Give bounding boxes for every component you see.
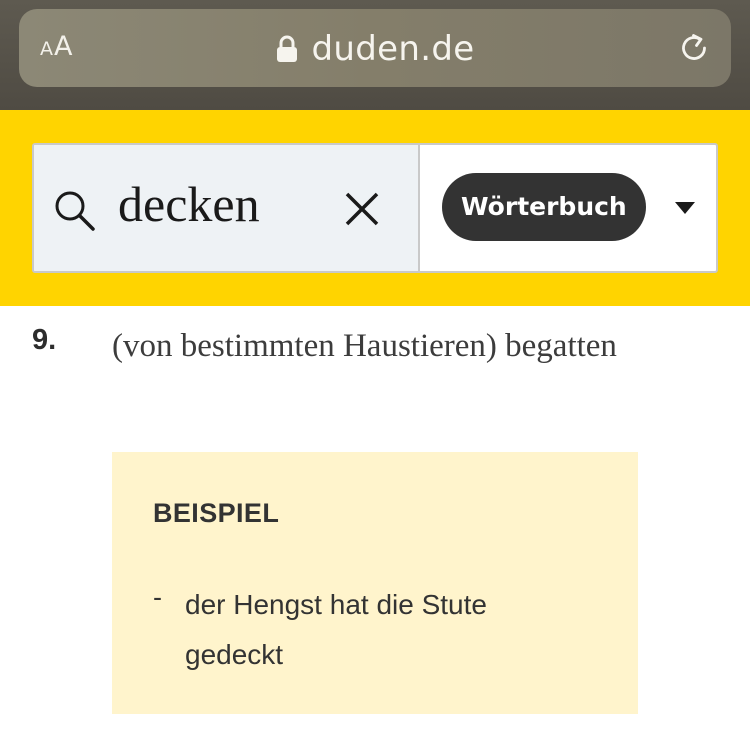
- example-bullet: -: [153, 582, 162, 612]
- definition-number: 9.: [32, 324, 57, 356]
- site-header: decken Wörterbuch: [0, 110, 750, 306]
- reload-icon[interactable]: [677, 31, 711, 65]
- search-input[interactable]: decken: [34, 145, 420, 271]
- definition-text: (von bestimmten Haustieren) begatten: [112, 328, 617, 364]
- clear-icon[interactable]: [344, 191, 380, 227]
- example-text: der Hengst hat die Stute gedeckt: [185, 589, 487, 670]
- lock-icon: [276, 35, 297, 62]
- search-icon[interactable]: [53, 189, 97, 233]
- page: A A duden.de decken Wörterbuch 9. (von b…: [0, 0, 750, 729]
- address-bar[interactable]: A A duden.de: [19, 9, 731, 87]
- example-heading: BEISPIEL: [153, 498, 280, 528]
- browser-toolbar: A A duden.de: [0, 0, 750, 110]
- search-query[interactable]: decken: [118, 175, 260, 233]
- dictionary-selector-button[interactable]: Wörterbuch: [442, 173, 646, 241]
- definition-section: 9. (von bestimmten Haustieren) begatten …: [0, 306, 750, 729]
- search-bar: decken Wörterbuch: [32, 143, 718, 273]
- url-display[interactable]: duden.de: [19, 27, 731, 71]
- dropdown-arrow-icon[interactable]: [674, 201, 696, 215]
- url-text: duden.de: [311, 29, 475, 69]
- example-box: BEISPIEL - der Hengst hat die Stute gede…: [112, 452, 638, 714]
